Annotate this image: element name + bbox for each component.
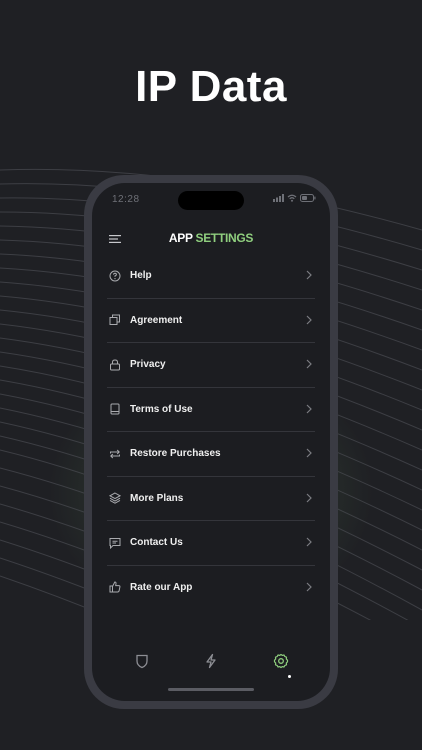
battery-icon xyxy=(300,194,316,202)
repeat-icon xyxy=(108,447,122,461)
book-icon xyxy=(108,402,122,416)
wifi-icon xyxy=(287,194,297,202)
hero-title: IP Data xyxy=(135,62,287,111)
copy-icon xyxy=(108,313,122,327)
shield-icon[interactable] xyxy=(134,653,150,669)
layers-icon xyxy=(108,491,122,505)
menu-item-label: More Plans xyxy=(130,492,184,504)
menu-item-restore-purchases[interactable]: Restore Purchases xyxy=(107,432,315,477)
chevron-right-icon xyxy=(306,493,312,502)
home-indicator xyxy=(168,688,254,691)
status-time: 12:28 xyxy=(112,194,140,205)
menu-item-help[interactable]: Help xyxy=(107,254,315,299)
cellular-signal-icon xyxy=(273,194,284,202)
menu-item-label: Restore Purchases xyxy=(130,448,221,460)
chevron-right-icon xyxy=(306,448,312,458)
chevron-right-icon xyxy=(306,582,312,591)
page-title-part2: SETTINGS xyxy=(195,231,254,245)
page-title-part1: APP xyxy=(168,231,193,245)
chevron-right-icon xyxy=(306,315,312,324)
chevron-right-icon xyxy=(306,404,312,413)
lightning-icon[interactable] xyxy=(203,653,219,669)
status-icons xyxy=(273,194,316,202)
menu-item-label: Help xyxy=(130,270,152,282)
menu-item-privacy[interactable]: Privacy xyxy=(107,343,315,388)
menu-item-contact-us[interactable]: Contact Us xyxy=(107,521,315,566)
chevron-right-icon xyxy=(306,537,312,547)
menu-item-label: Rate our App xyxy=(130,581,193,593)
chevron-right-icon xyxy=(306,270,312,280)
thumbs-up-icon xyxy=(108,580,122,594)
settings-menu: Help Agreement Privacy Terms of Use Rest… xyxy=(107,254,315,609)
help-circle-icon xyxy=(108,269,122,283)
gear-icon[interactable] xyxy=(273,653,289,669)
tab-bar xyxy=(92,653,330,678)
dynamic-island xyxy=(178,191,244,210)
menu-item-label: Agreement xyxy=(130,314,183,326)
menu-item-label: Terms of Use xyxy=(130,403,193,415)
chevron-right-icon xyxy=(306,359,312,369)
lock-icon xyxy=(108,358,122,372)
menu-item-label: Contact Us xyxy=(130,537,183,549)
menu-item-label: Privacy xyxy=(130,359,166,371)
menu-item-terms-of-use[interactable]: Terms of Use xyxy=(107,388,315,432)
menu-item-more-plans[interactable]: More Plans xyxy=(107,477,315,521)
active-tab-indicator xyxy=(288,675,291,678)
phone-screen: 12:28 APP SETTINGS Help Agreement Privac… xyxy=(92,183,330,701)
menu-item-agreement[interactable]: Agreement xyxy=(107,299,315,343)
menu-item-rate-our-app[interactable]: Rate our App xyxy=(107,566,315,610)
phone-frame: 12:28 APP SETTINGS Help Agreement Privac… xyxy=(84,175,338,709)
page-title: APP SETTINGS xyxy=(92,231,330,245)
app-header: APP SETTINGS xyxy=(92,227,330,251)
message-icon xyxy=(108,536,122,550)
